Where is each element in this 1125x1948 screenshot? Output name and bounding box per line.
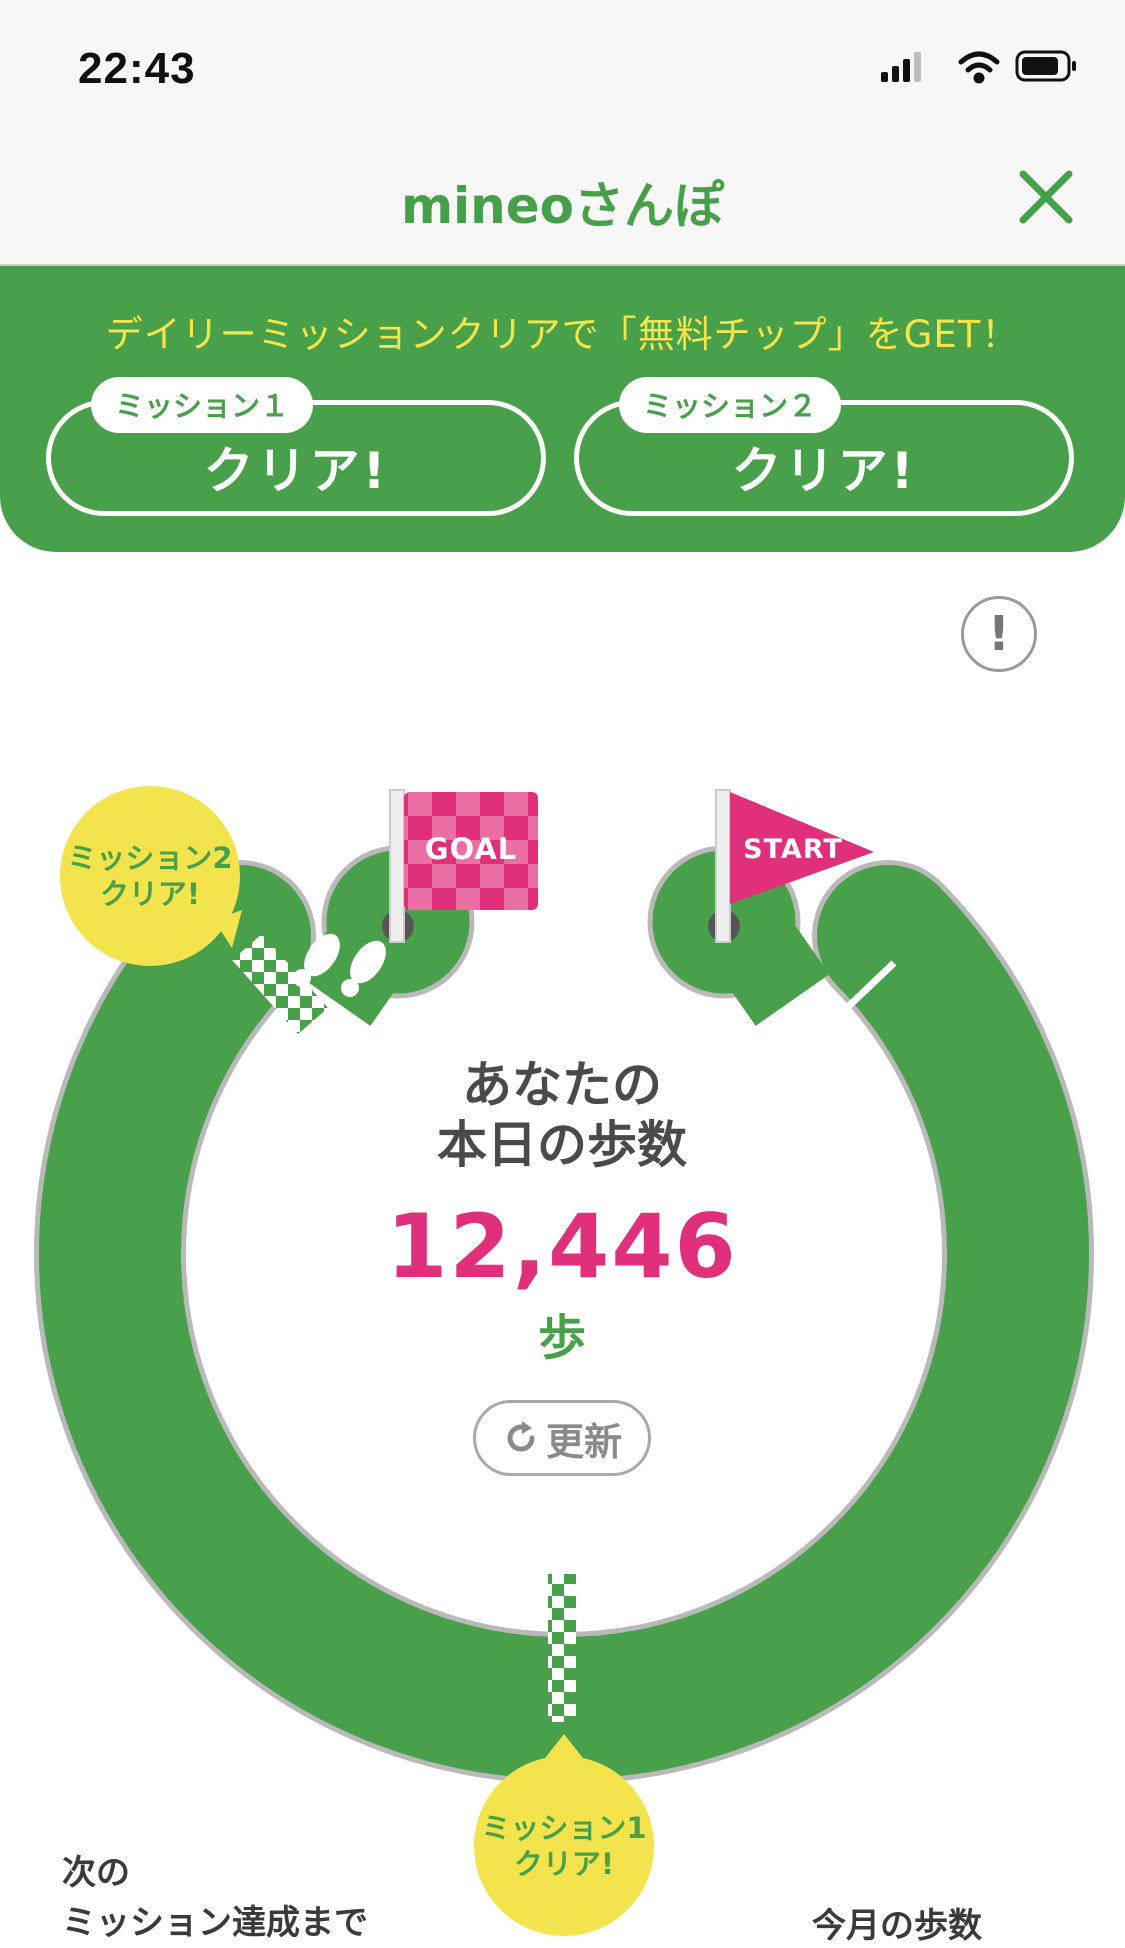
exclamation-icon: ! <box>988 606 1010 662</box>
monthly-steps-label: 今月の歩数 <box>812 1906 982 1946</box>
mission-1-bubble-line1: ミッション1 <box>481 1811 647 1845</box>
mission-1-card[interactable]: ミッション１ クリア! <box>46 377 546 516</box>
mission-1-bubble-line2: クリア! <box>513 1847 615 1881</box>
nav-title: mineoさんぽ <box>400 177 725 235</box>
steps-unit: 歩 <box>537 1310 586 1366</box>
close-icon <box>1019 170 1073 224</box>
mission-banner: デイリーミッションクリアで「無料チップ」をGET！ ミッション１ クリア! ミッ… <box>0 266 1125 552</box>
next-mission-label: 次の ミッション達成まで <box>62 1848 368 1948</box>
steps-heading-line1: あなたの <box>462 1056 662 1114</box>
banner-text: デイリーミッションクリアで「無料チップ」をGET！ <box>105 313 1020 356</box>
mission-2-status: クリア! <box>731 442 917 500</box>
steps-heading-line2: 本日の歩数 <box>437 1116 687 1174</box>
status-icons <box>881 46 1081 90</box>
status-bar: 22:43 <box>0 0 1125 130</box>
close-button[interactable] <box>1011 162 1081 232</box>
info-button[interactable]: ! <box>961 596 1037 672</box>
step-counter: あなたの 本日の歩数 12,446 歩 <box>312 1055 812 1368</box>
next-mission-line1: 次の <box>62 1853 130 1893</box>
mission-1-status: クリア! <box>203 442 389 500</box>
goal-label: GOAL <box>424 832 518 866</box>
battery-icon <box>1015 50 1076 82</box>
refresh-icon <box>507 1421 535 1452</box>
refresh-label: 更新 <box>545 1419 622 1464</box>
refresh-button[interactable]: 更新 <box>473 1400 651 1476</box>
nav-bar: mineoさんぽ <box>0 130 1125 266</box>
mission-2-bubble-line2: クリア! <box>99 877 201 911</box>
mission-2-bubble: ミッション2 クリア! <box>60 786 240 966</box>
status-time: 22:43 <box>78 44 196 93</box>
mission-1-bubble: ミッション1 クリア! <box>474 1756 654 1936</box>
start-label: START <box>743 834 843 865</box>
next-mission-line2: ミッション達成まで <box>62 1903 368 1943</box>
mission-2-card[interactable]: ミッション２ クリア! <box>574 377 1074 516</box>
mission-1-checkpoint <box>548 1574 576 1722</box>
steps-value: 12,446 <box>386 1195 738 1298</box>
mission-2-tag: ミッション２ <box>619 377 842 433</box>
wifi-icon <box>958 51 1000 84</box>
mission-2-bubble-line1: ミッション2 <box>67 841 233 875</box>
signal-icon <box>881 52 921 82</box>
mission-1-tag: ミッション１ <box>91 377 314 433</box>
